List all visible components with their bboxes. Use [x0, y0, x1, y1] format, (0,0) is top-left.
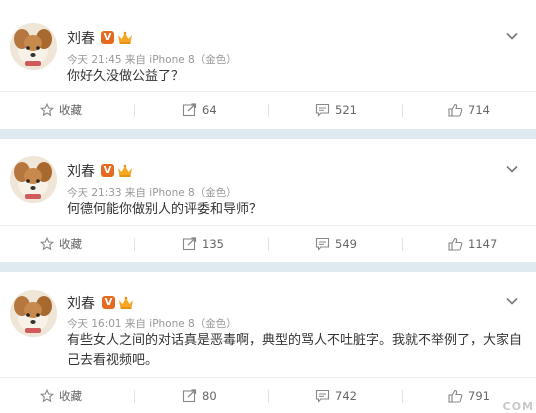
- action-separator: [268, 390, 269, 403]
- action-separator: [268, 238, 269, 251]
- repost-icon: [182, 103, 197, 117]
- chevron-down-icon[interactable]: [505, 291, 519, 305]
- favorite-label: 收藏: [59, 237, 82, 251]
- like-button[interactable]: 714: [448, 92, 490, 128]
- author-name[interactable]: 刘春: [67, 28, 95, 48]
- feed-separator: [0, 129, 536, 139]
- feed-separator: [0, 262, 536, 272]
- comment-button[interactable]: 742: [315, 378, 357, 413]
- favorite-label: 收藏: [59, 103, 82, 117]
- repost-count: 135: [202, 237, 224, 251]
- action-bar: 收藏 135 549 1147: [0, 226, 536, 262]
- thumbs-up-icon: [448, 389, 463, 403]
- weibo-post: 刘春 V 今天 21:33 来自 iPhone 8（金色） 何德何能你做别人的评…: [0, 140, 536, 262]
- comment-button[interactable]: 521: [315, 92, 357, 128]
- action-separator: [134, 390, 135, 403]
- avatar[interactable]: [10, 156, 57, 203]
- like-count: 1147: [468, 237, 498, 251]
- repost-icon: [182, 389, 197, 403]
- vip-crown-icon: [117, 30, 133, 44]
- comment-count: 521: [335, 103, 357, 117]
- verified-v-icon: V: [101, 31, 114, 44]
- post-content: 有些女人之间的对话真是恶毒啊，典型的骂人不吐脏字。我就不举例了，大家自己去看视频…: [67, 333, 523, 368]
- post-content: 何德何能你做别人的评委和导师？: [67, 202, 263, 217]
- post-content: 你好久没做公益了？: [67, 69, 185, 84]
- comment-button[interactable]: 549: [315, 226, 357, 262]
- comment-icon: [315, 103, 330, 117]
- verified-v-icon: V: [102, 296, 115, 309]
- post-meta: 今天 21:45 来自 iPhone 8（金色）: [67, 54, 237, 66]
- repost-icon: [182, 237, 197, 251]
- repost-count: 80: [202, 389, 217, 403]
- chevron-down-icon[interactable]: [505, 159, 519, 173]
- weibo-post: 刘春 V 今天 16:01 来自 iPhone 8（金色） 有些女人之间的对话真…: [0, 273, 536, 413]
- chevron-down-icon[interactable]: [505, 26, 519, 40]
- comment-icon: [315, 389, 330, 403]
- star-icon: [40, 103, 54, 117]
- author-name[interactable]: 刘春: [67, 161, 95, 181]
- post-meta: 今天 21:33 来自 iPhone 8（金色）: [67, 187, 237, 199]
- comment-count: 742: [335, 389, 357, 403]
- action-separator: [268, 104, 269, 117]
- avatar[interactable]: [10, 290, 57, 337]
- comment-count: 549: [335, 237, 357, 251]
- star-icon: [40, 389, 54, 403]
- avatar[interactable]: [10, 23, 57, 70]
- like-button[interactable]: 1147: [448, 226, 497, 262]
- action-separator: [402, 104, 403, 117]
- vip-crown-icon: [117, 163, 133, 177]
- action-separator: [402, 238, 403, 251]
- thumbs-up-icon: [448, 103, 463, 117]
- action-bar: 收藏 64 521 714: [0, 92, 536, 128]
- action-bar: 收藏 80 742 791: [0, 378, 536, 413]
- weibo-post: 刘春 V 今天 21:45 来自 iPhone 8（金色） 你好久没做公益了？ …: [0, 6, 536, 128]
- repost-button[interactable]: 80: [182, 378, 217, 413]
- like-count: 791: [468, 389, 490, 403]
- star-icon: [40, 237, 54, 251]
- action-separator: [134, 238, 135, 251]
- thumbs-up-icon: [448, 237, 463, 251]
- author-name[interactable]: 刘春: [67, 293, 95, 313]
- verified-v-icon: V: [101, 164, 114, 177]
- vip-crown-icon: [118, 295, 134, 309]
- action-separator: [134, 104, 135, 117]
- repost-button[interactable]: 64: [182, 92, 217, 128]
- action-separator: [402, 390, 403, 403]
- favorite-button[interactable]: 收藏: [40, 226, 82, 262]
- post-meta: 今天 16:01 来自 iPhone 8（金色）: [67, 318, 237, 330]
- like-count: 714: [468, 103, 490, 117]
- comment-icon: [315, 237, 330, 251]
- repost-button[interactable]: 135: [182, 226, 224, 262]
- like-button[interactable]: 791: [448, 378, 490, 413]
- repost-count: 64: [202, 103, 217, 117]
- favorite-button[interactable]: 收藏: [40, 378, 82, 413]
- watermark: COM: [502, 400, 534, 413]
- favorite-label: 收藏: [59, 389, 82, 403]
- favorite-button[interactable]: 收藏: [40, 92, 82, 128]
